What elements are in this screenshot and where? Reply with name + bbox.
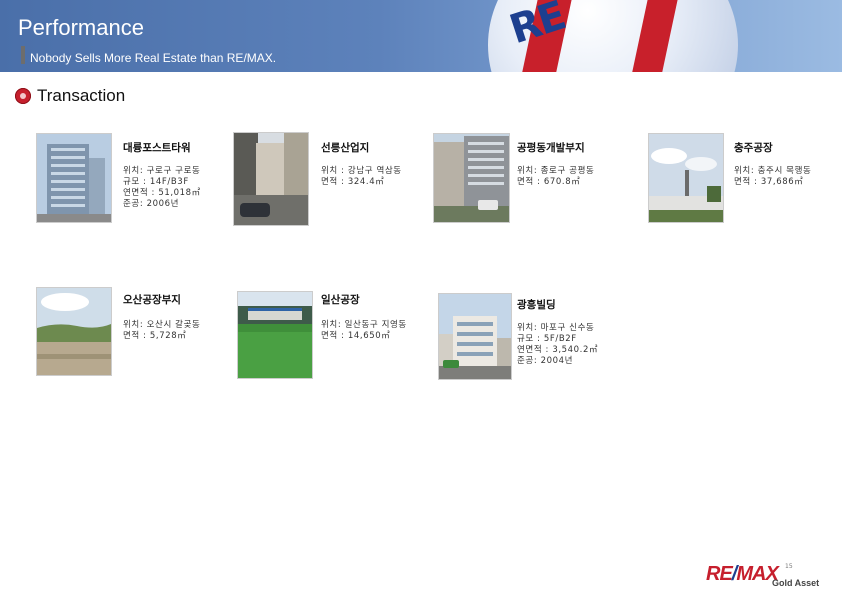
detail-line: 위치: 오산시 갈곶동 [123,320,201,330]
detail-line: 연면적 : 3,540.2㎡ [517,345,599,355]
detail-line: 준공: 2004년 [517,356,574,366]
property-photo-5 [36,287,112,376]
detail-line: 면적 : 324.4㎡ [321,177,385,187]
logo-main-text: RE/MAX [706,563,779,585]
property-details-6: 위치: 일산동구 지영동 면적 : 14,650㎡ [321,320,407,342]
property-name-7: 광흥빌딩 [517,299,556,311]
detail-line: 면적 : 670.8㎡ [517,177,581,187]
property-name-3: 공평동개발부지 [517,142,585,154]
page-number: 15 [785,563,793,570]
subtitle-divider [21,46,25,64]
detail-line: 위치: 일산동구 지영동 [321,320,407,330]
detail-line: 위치: 구로구 구로동 [123,166,201,176]
page-title: Performance [18,15,144,40]
property-details-5: 위치: 오산시 갈곶동 면적 : 5,728㎡ [123,320,200,342]
property-details-3: 위치: 종로구 공평동 면적 : 670.8㎡ [517,166,594,188]
property-details-4: 위치: 충주시 목행동 면적 : 37,686㎡ [734,166,811,188]
property-photo-2 [233,132,309,226]
property-photo-6 [237,291,313,379]
logo-sub-text: Gold Asset [772,578,820,588]
detail-line: 위치 : 강남구 역삼동 [321,166,402,176]
header-banner: RE Performance Nobody Sells More Real Es… [0,0,842,72]
property-photo-7 [438,293,512,380]
target-bullet-icon [15,88,31,104]
property-photo-3 [433,133,510,223]
property-name-5: 오산공장부지 [123,294,181,306]
page-subtitle: Nobody Sells More Real Estate than RE/MA… [30,51,277,65]
detail-line: 면적 : 14,650㎡ [321,331,391,341]
property-name-1: 대륭포스트타워 [123,142,191,154]
remax-gold-asset-logo: RE/MAX Gold Asset [706,563,819,588]
property-photo-1 [36,133,112,223]
detail-line: 규모 : 5F/B2F [517,334,577,344]
detail-line: 위치: 충주시 목행동 [734,166,812,176]
detail-line: 면적 : 5,728㎡ [123,331,187,341]
property-name-2: 선릉산업지 [321,142,370,154]
detail-line: 연면적 : 51,018㎡ [123,188,201,198]
hot-air-balloon-image: RE [488,0,738,72]
property-name-4: 충주공장 [734,142,773,154]
property-details-1: 위치: 구로구 구로동 규모 : 14F/B3F 연면적 : 51,018㎡ 준… [123,166,201,210]
detail-line: 규모 : 14F/B3F [123,177,189,187]
detail-line: 위치: 마포구 신수동 [517,323,595,333]
detail-line: 면적 : 37,686㎡ [734,177,804,187]
detail-line: 위치: 종로구 공평동 [517,166,595,176]
property-photo-4 [648,133,724,223]
detail-line: 준공: 2006년 [123,199,180,209]
section-title: Transaction [37,86,126,105]
property-details-2: 위치 : 강남구 역삼동 면적 : 324.4㎡ [321,166,402,188]
property-name-6: 일산공장 [321,294,360,306]
property-details-7: 위치: 마포구 신수동 규모 : 5F/B2F 연면적 : 3,540.2㎡ 준… [517,323,598,367]
